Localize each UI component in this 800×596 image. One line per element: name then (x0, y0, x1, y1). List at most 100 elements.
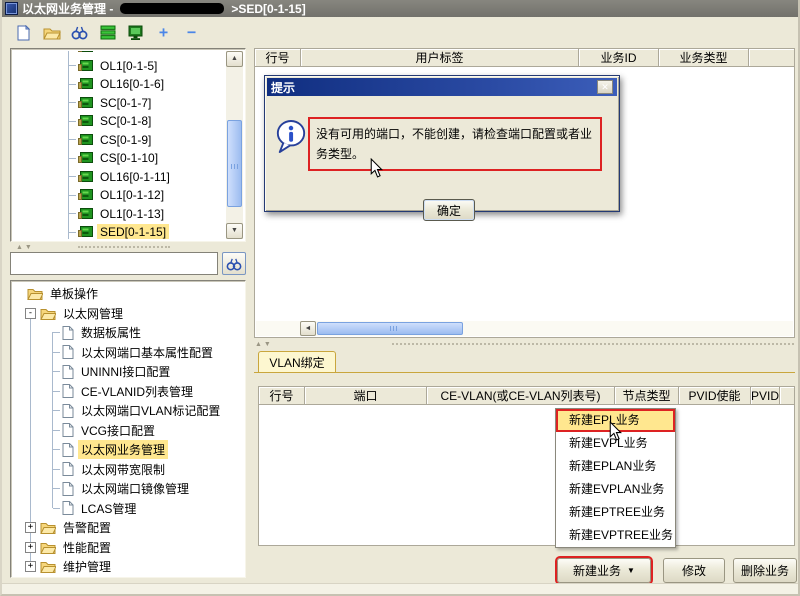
scroll-down-icon[interactable]: ▼ (226, 223, 243, 239)
operation-tree-item[interactable]: 单板操作 (13, 284, 242, 304)
operation-tree-item-label: 以太网带宽限制 (78, 460, 168, 479)
board-icon (78, 152, 93, 164)
column-header[interactable]: 行号 (259, 387, 305, 404)
mouse-cursor (370, 158, 383, 181)
operation-tree-item[interactable]: 以太网带宽限制 (13, 460, 242, 480)
operation-tree-item-label: 以太网端口基本属性配置 (78, 343, 216, 362)
operation-tree-item[interactable]: + 性能配置 (13, 538, 242, 558)
service-table-header: 行号用户标签业务ID业务类型 (255, 49, 794, 67)
scrollbar-thumb[interactable] (227, 120, 242, 207)
column-header[interactable]: 业务ID (579, 49, 659, 66)
search-button[interactable] (222, 252, 246, 275)
operation-tree-item[interactable]: -以太网管理 (13, 304, 242, 324)
tree-branch (53, 469, 60, 470)
splitter-handle[interactable] (392, 343, 794, 345)
operation-tree-item[interactable]: UNINNI接口配置 (13, 362, 242, 382)
column-header[interactable]: 节点类型 (615, 387, 679, 404)
modify-button[interactable]: 修改 (663, 558, 725, 583)
tree-branch (53, 371, 60, 372)
board-tree-item[interactable]: SC[0-1-8] (13, 112, 226, 131)
board-tree-item[interactable]: OL16[0-1-6] (13, 75, 226, 94)
open-icon[interactable] (42, 23, 61, 42)
operation-tree-item[interactable]: LCAS管理 (13, 499, 242, 519)
operation-tree-item[interactable]: 以太网端口VLAN标记配置 (13, 401, 242, 421)
board-tree-item[interactable]: OL1[0-1-5] (13, 57, 226, 76)
list-icon[interactable] (98, 23, 117, 42)
delete-service-button[interactable]: 删除业务 (733, 558, 797, 583)
search-input[interactable] (10, 252, 218, 275)
dialog-message: 没有可用的端口，不能创建，请检查端口配置或者业务类型。 (308, 117, 602, 171)
column-header[interactable]: 端口 (305, 387, 427, 404)
tree-branch (69, 232, 76, 233)
title-bar: 以太网业务管理 - >SED[0-1-15] (0, 0, 800, 17)
menu-item[interactable]: 新建EPLAN业务 (556, 455, 675, 478)
board-tree-item[interactable]: CS[0-1-9] (13, 131, 226, 150)
column-header[interactable]: 用户标签 (301, 49, 579, 66)
column-header[interactable]: CE-VLAN(或CE-VLAN列表号) (427, 387, 615, 404)
splitter-arrows[interactable]: ▲▼ (255, 341, 273, 348)
new-icon[interactable] (14, 23, 33, 42)
column-header[interactable]: PVID (751, 387, 780, 404)
tree-branch (53, 332, 60, 333)
board-tree-item-label: CS[0-1-10] (97, 150, 161, 166)
expand-icon[interactable]: + (154, 23, 173, 42)
column-header[interactable]: 行号 (255, 49, 301, 66)
create-service-button[interactable]: 新建业务 ▼ (557, 558, 651, 583)
operation-tree-item[interactable]: 以太网端口基本属性配置 (13, 343, 242, 363)
redacted-text (120, 3, 224, 14)
find-icon[interactable] (70, 23, 89, 42)
dialog-title: 提示 (271, 79, 295, 96)
column-header[interactable]: 业务类型 (659, 49, 749, 66)
splitter-handle[interactable] (78, 246, 170, 248)
operation-tree-item[interactable]: 数据板属性 (13, 323, 242, 343)
operation-tree-item-label: CE-VLANID列表管理 (78, 382, 196, 401)
collapse-icon[interactable]: - (25, 308, 36, 319)
operation-tree-item-label: VCG接口配置 (78, 421, 158, 440)
ethernet-service-window: 以太网业务管理 - >SED[0-1-15] + − OL1[0-1-5]OL1… (0, 0, 800, 596)
expand-icon[interactable]: + (25, 561, 36, 572)
menu-item[interactable]: 新建EVPTREE业务 (556, 524, 675, 547)
toolbar: + − (2, 17, 800, 48)
board-tree-item[interactable]: OL16[0-1-11] (13, 168, 226, 187)
operation-tree-item[interactable]: VCG接口配置 (13, 421, 242, 441)
scroll-up-icon[interactable]: ▲ (226, 51, 243, 67)
vlan-table-header: 行号端口CE-VLAN(或CE-VLAN列表号)节点类型PVID使能PVID (259, 387, 794, 405)
service-table-hscrollbar[interactable]: ◄ (256, 321, 793, 336)
operation-tree-item[interactable]: 以太网端口镜像管理 (13, 479, 242, 499)
board-icon[interactable] (126, 23, 145, 42)
board-tree-item[interactable]: OL1[0-1-12] (13, 186, 226, 205)
expand-icon[interactable]: + (25, 522, 36, 533)
operation-tree-item-label: 以太网端口镜像管理 (78, 479, 192, 498)
close-icon[interactable]: ✕ (597, 80, 613, 94)
board-icon (78, 189, 93, 201)
expand-icon[interactable]: + (25, 542, 36, 553)
scrollbar-thumb[interactable] (317, 322, 463, 335)
board-tree-scrollbar[interactable]: ▲ ▼ (226, 51, 243, 239)
ok-button[interactable]: 确定 (423, 199, 475, 221)
board-tree-item[interactable]: SED[0-1-15] (13, 223, 226, 239)
tree-branch (53, 508, 60, 509)
tab-vlan-binding[interactable]: VLAN绑定 (258, 351, 336, 373)
collapse-icon[interactable]: − (182, 23, 201, 42)
page-icon (62, 501, 74, 515)
board-tree-item[interactable]: OL1[0-1-13] (13, 205, 226, 224)
board-tree-item[interactable]: SC[0-1-7] (13, 94, 226, 113)
operation-tree-item-label: 性能配置 (60, 538, 114, 557)
operation-tree-item[interactable]: +告警配置 (13, 518, 242, 538)
operation-tree-item[interactable]: CE-VLANID列表管理 (13, 382, 242, 402)
splitter-arrows[interactable]: ▲▼ (16, 244, 34, 251)
menu-item[interactable]: 新建EVPLAN业务 (556, 478, 675, 501)
board-tree-item[interactable]: CS[0-1-10] (13, 149, 226, 168)
tree-branch (53, 391, 60, 392)
operation-tree-item[interactable]: +维护管理 (13, 557, 242, 575)
prompt-dialog: 提示 ✕ 没有可用的端口，不能创建，请检查端口配置或者业务类型。 确定 (264, 75, 620, 212)
menu-item[interactable]: 新建EPTREE业务 (556, 501, 675, 524)
column-header[interactable]: PVID使能 (679, 387, 751, 404)
scroll-left-icon[interactable]: ◄ (300, 321, 316, 336)
page-icon (62, 365, 74, 379)
dialog-title-bar[interactable]: 提示 ✕ (267, 78, 617, 96)
page-icon (62, 345, 74, 359)
operation-tree-item-label: 以太网端口VLAN标记配置 (78, 401, 223, 420)
window-title: 以太网业务管理 - (22, 0, 113, 17)
operation-tree-item[interactable]: 以太网业务管理 (13, 440, 242, 460)
